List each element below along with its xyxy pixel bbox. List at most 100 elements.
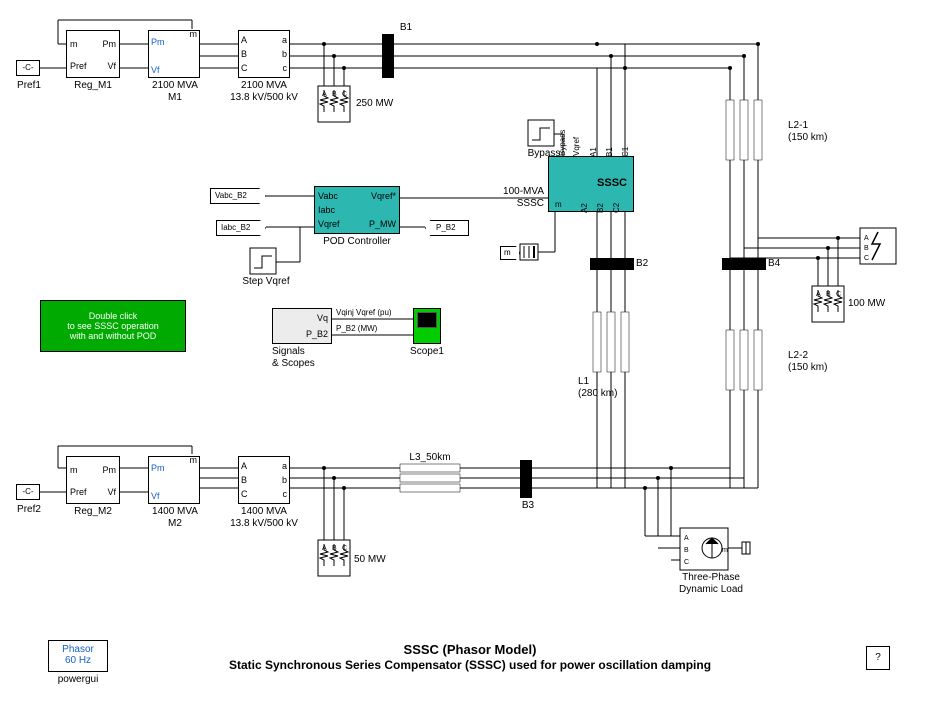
pg-l2: 60 Hz bbox=[49, 655, 107, 666]
xfmr1-a: a bbox=[282, 35, 287, 45]
signals-label-l2: & Scopes bbox=[272, 358, 332, 370]
signals-block[interactable]: Vq P_B2 bbox=[272, 308, 332, 344]
svg-text:B: B bbox=[684, 547, 689, 554]
pb2-text: P_B2 bbox=[436, 223, 456, 232]
l1-label1: L1 bbox=[578, 376, 638, 388]
svg-text:C: C bbox=[342, 91, 347, 98]
xfmr1-block[interactable]: A B C a b c bbox=[238, 30, 290, 78]
svg-text:C: C bbox=[684, 559, 689, 566]
sssc-cap1: 100-MVA bbox=[490, 186, 544, 198]
scope1-block[interactable] bbox=[413, 308, 441, 344]
sssc-port-c2: C2 bbox=[612, 203, 621, 213]
m1-port-pm: Pm bbox=[151, 37, 165, 47]
sssc-block[interactable]: Bypass Vqref A1 B1 C1 m A2 B2 C2 SSSC bbox=[548, 156, 634, 212]
l1-label2: (280 km) bbox=[578, 388, 638, 400]
sssc-port-b1: B1 bbox=[605, 147, 614, 157]
svg-text:C: C bbox=[864, 255, 869, 262]
reg-m1-port-m: m bbox=[70, 39, 78, 49]
pref1-block[interactable]: -C- bbox=[16, 60, 40, 76]
m1-block[interactable]: Pm Vf m bbox=[148, 30, 200, 78]
sssc-port-vqref: Vqref bbox=[572, 137, 581, 156]
iabc-text: Iabc_B2 bbox=[221, 223, 250, 232]
svg-text:A: A bbox=[322, 91, 327, 98]
sssc-port-c1: C1 bbox=[621, 147, 630, 157]
pref1-value: -C- bbox=[22, 63, 33, 72]
dbl-l3: with and without POD bbox=[70, 331, 157, 341]
m-tag[interactable]: m bbox=[500, 246, 520, 260]
dynload-label-l1: Three-Phase bbox=[676, 572, 746, 584]
pod-port-vqrefout: Vqref* bbox=[371, 191, 396, 201]
reg-m2-port-m: m bbox=[70, 465, 78, 475]
m1-label2: M1 bbox=[140, 92, 210, 104]
vabc-text: Vabc_B2 bbox=[215, 191, 247, 200]
pod-port-vqref: Vqref bbox=[318, 219, 340, 229]
pod-controller-block[interactable]: Vabc Iabc Vqref Vqref* P_MW bbox=[314, 186, 400, 234]
m2-block[interactable]: Pm Vf m bbox=[148, 456, 200, 504]
dblclick-help-block[interactable]: Double click to see SSSC operation with … bbox=[40, 300, 186, 352]
svg-text:B: B bbox=[332, 91, 337, 98]
xfmr2-block[interactable]: A B C a b c bbox=[238, 456, 290, 504]
svg-text:B: B bbox=[332, 545, 337, 552]
reg-m2-port-pm: Pm bbox=[103, 465, 117, 475]
m2-port-m: m bbox=[190, 455, 198, 465]
load1-label: 250 MW bbox=[356, 98, 406, 110]
l22-label1: L2-2 bbox=[788, 350, 848, 362]
load3-label: 100 MW bbox=[848, 298, 898, 310]
reg-m1-label: Reg_M1 bbox=[66, 80, 120, 92]
sssc-port-b2: B2 bbox=[596, 203, 605, 213]
reg-m2-port-pref: Pref bbox=[70, 487, 87, 497]
help-text: ? bbox=[875, 652, 881, 663]
pod-port-iabc: Iabc bbox=[318, 205, 335, 215]
pref2-label: Pref2 bbox=[12, 504, 46, 516]
xfmr2-label2: 13.8 kV/500 kV bbox=[218, 518, 310, 530]
buses bbox=[382, 34, 766, 498]
dbl-l1: Double click bbox=[89, 311, 138, 321]
pref1-label: Pref1 bbox=[12, 80, 46, 92]
l21-label1: L2-1 bbox=[788, 120, 848, 132]
svg-text:A: A bbox=[864, 235, 869, 242]
svg-text:A: A bbox=[816, 291, 821, 298]
pod-port-pmw: P_MW bbox=[369, 219, 396, 229]
reg-m2-block[interactable]: m Pref Pm Vf bbox=[66, 456, 120, 504]
pref2-value: -C- bbox=[22, 487, 33, 496]
bus-b2-label: B2 bbox=[636, 258, 656, 270]
xfmr2-B: B bbox=[241, 475, 247, 485]
svg-text:A: A bbox=[322, 545, 327, 552]
xfmr2-c: c bbox=[283, 489, 288, 499]
sssc-port-m: m bbox=[555, 200, 562, 209]
pg-l1: Phasor bbox=[49, 644, 107, 655]
xfmr1-c: c bbox=[283, 63, 288, 73]
xfmr1-B: B bbox=[241, 49, 247, 59]
pb2-tag[interactable]: P_B2 bbox=[425, 220, 469, 236]
vabc-tag[interactable]: Vabc_B2 bbox=[210, 188, 266, 204]
iabc-tag[interactable]: Iabc_B2 bbox=[216, 220, 266, 236]
sssc-name: SSSC bbox=[597, 177, 627, 189]
reg-m1-port-pm: Pm bbox=[103, 39, 117, 49]
m2-port-vf: Vf bbox=[151, 491, 160, 501]
diagram-subtitle: Static Synchronous Series Compensator (S… bbox=[160, 658, 780, 672]
reg-m2-label: Reg_M2 bbox=[66, 506, 120, 518]
reg-m1-port-vf: Vf bbox=[107, 61, 116, 71]
xfmr2-C: C bbox=[241, 489, 248, 499]
help-block[interactable]: ? bbox=[866, 646, 890, 670]
bus-b4-label: B4 bbox=[768, 258, 788, 270]
xfmr1-C: C bbox=[241, 63, 248, 73]
bus-b3-label: B3 bbox=[518, 500, 538, 512]
sssc-port-a2: A2 bbox=[580, 203, 589, 213]
svg-text:C: C bbox=[836, 291, 841, 298]
pod-label: POD Controller bbox=[314, 236, 400, 248]
powergui-block[interactable]: Phasor 60 Hz bbox=[48, 640, 108, 672]
signals-port-vq: Vq bbox=[317, 313, 328, 323]
m2-port-pm: Pm bbox=[151, 463, 165, 473]
pod-port-vabc: Vabc bbox=[318, 191, 338, 201]
reg-m1-block[interactable]: m Pref Pm Vf bbox=[66, 30, 120, 78]
step-label: Step Vqref bbox=[238, 276, 294, 288]
svg-text:m: m bbox=[722, 547, 728, 554]
pg-name: powergui bbox=[48, 674, 108, 686]
pref2-block[interactable]: -C- bbox=[16, 484, 40, 500]
reg-m2-port-vf: Vf bbox=[107, 487, 116, 497]
svg-text:A: A bbox=[684, 535, 689, 542]
xfmr2-label1: 1400 MVA bbox=[224, 506, 304, 518]
dbl-l2: to see SSSC operation bbox=[67, 321, 159, 331]
xfmr1-b: b bbox=[282, 49, 287, 59]
